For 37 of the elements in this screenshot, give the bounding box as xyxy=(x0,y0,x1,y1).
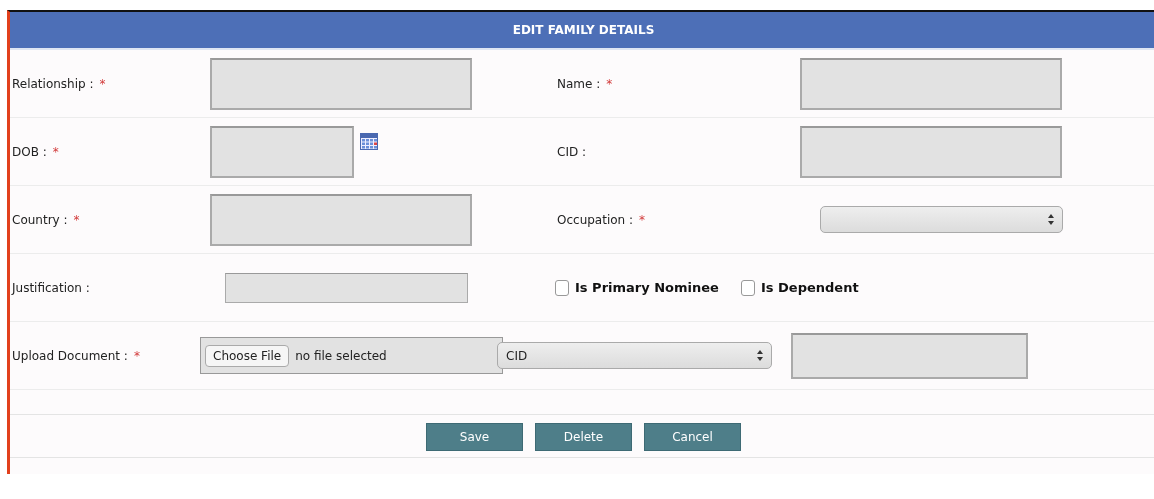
field-label: DOB : xyxy=(11,144,47,159)
field-label: Upload Document : xyxy=(11,348,128,363)
select-arrows-icon xyxy=(1048,214,1054,225)
checkbox-label: Is Dependent xyxy=(760,280,859,295)
file-status: no file selected xyxy=(295,348,387,363)
text-field[interactable] xyxy=(225,272,468,303)
action-button[interactable]: Delete xyxy=(535,423,632,451)
dropdown[interactable] xyxy=(820,206,1063,233)
checkbox-label: Is Primary Nominee xyxy=(575,280,719,295)
checkbox[interactable] xyxy=(740,279,755,296)
file-input[interactable]: Choose File no file selected xyxy=(200,337,503,374)
action-button[interactable]: Cancel xyxy=(644,423,741,451)
field-label: CID : xyxy=(556,144,586,159)
field-label: Relationship : xyxy=(11,76,94,91)
document-type-dropdown[interactable]: CID xyxy=(497,342,772,369)
checkbox[interactable] xyxy=(555,279,569,296)
calendar-icon[interactable] xyxy=(360,131,378,150)
required-mark: * xyxy=(99,76,106,91)
date-field[interactable] xyxy=(210,125,354,178)
required-mark: * xyxy=(639,212,646,227)
required-mark: * xyxy=(52,144,59,159)
required-mark: * xyxy=(73,212,80,227)
field-label: Occupation : xyxy=(556,212,634,227)
required-mark: * xyxy=(133,348,140,363)
text-field[interactable] xyxy=(791,332,1028,379)
panel-title: EDIT FAMILY DETAILS xyxy=(512,23,655,37)
text-field[interactable] xyxy=(800,57,1062,110)
text-field[interactable] xyxy=(210,193,472,246)
text-field[interactable] xyxy=(800,125,1062,178)
field-label: Country : xyxy=(11,212,68,227)
select-arrows-icon xyxy=(757,350,763,361)
field-label: Name : xyxy=(556,76,601,91)
action-button[interactable]: Save xyxy=(426,423,523,451)
required-mark: * xyxy=(606,76,613,91)
text-field[interactable] xyxy=(210,57,472,110)
choose-file-button[interactable]: Choose File xyxy=(205,344,290,367)
field-label: Justification : xyxy=(10,280,90,295)
